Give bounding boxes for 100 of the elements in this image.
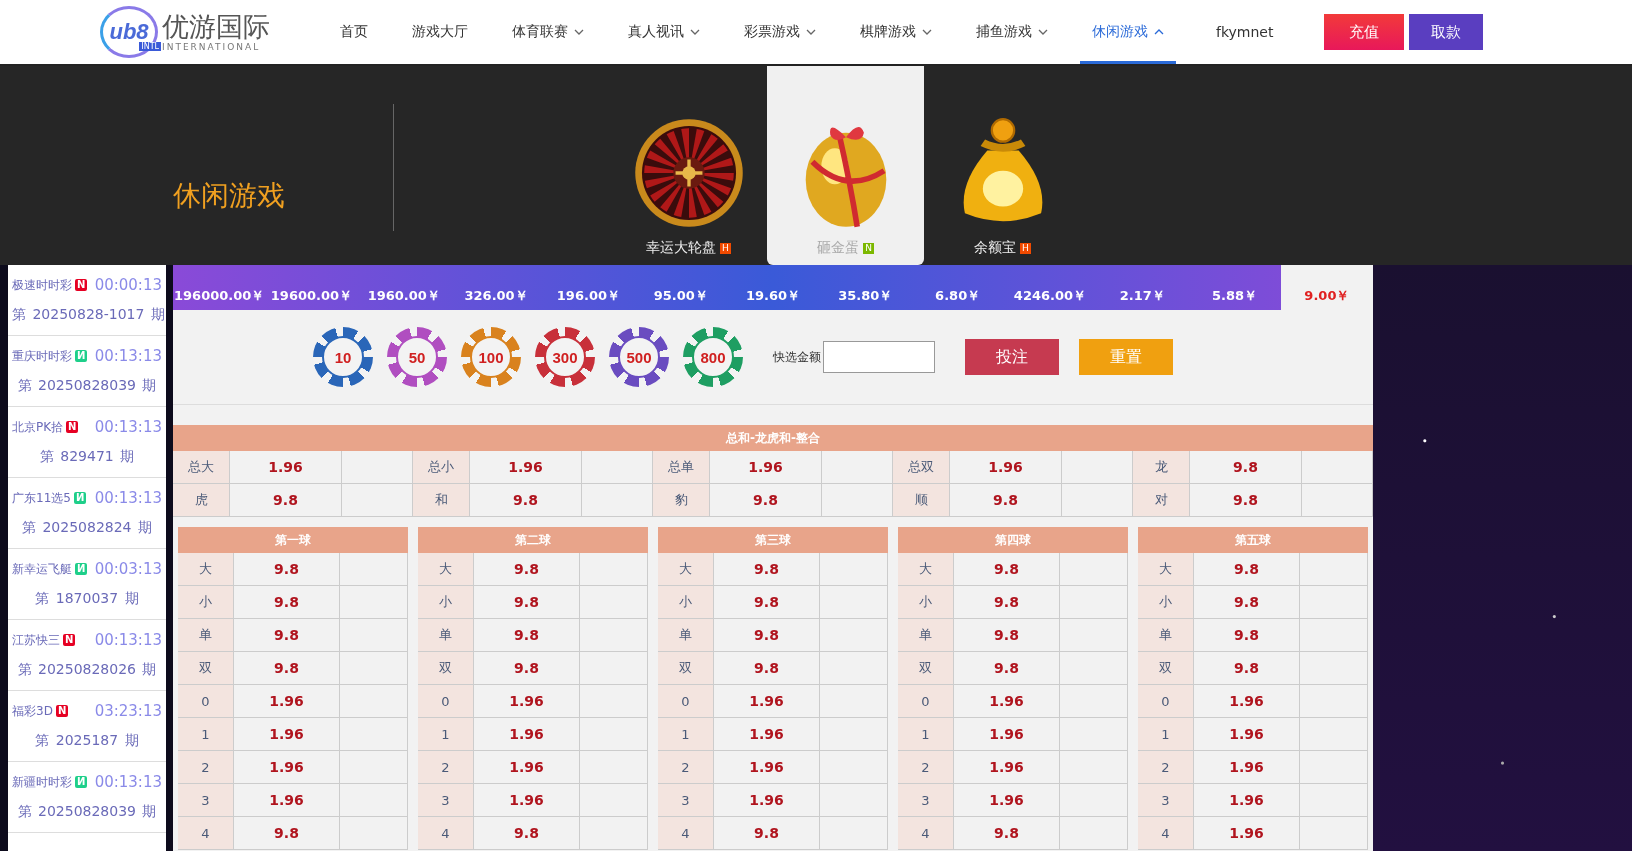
odds-cell[interactable]: 9.8 bbox=[474, 553, 580, 585]
odds-cell[interactable]: 9.8 bbox=[714, 619, 820, 651]
odds-cell[interactable]: 9.8 bbox=[954, 586, 1060, 618]
odds-cell[interactable]: 9.8 bbox=[954, 817, 1060, 849]
odds-cell[interactable]: 9.8 bbox=[950, 484, 1062, 516]
odds-cell[interactable]: 9.8 bbox=[1190, 484, 1302, 516]
odds-cell[interactable]: 1.96 bbox=[234, 784, 340, 816]
odds-cell[interactable]: 9.8 bbox=[234, 619, 340, 651]
odds-cell[interactable]: 1.96 bbox=[954, 751, 1060, 783]
odds-cell[interactable]: 1.96 bbox=[714, 718, 820, 750]
odds-cell[interactable]: 9.8 bbox=[234, 586, 340, 618]
lottery-item[interactable]: 新疆时时彩 И 00:13:13 第 20250828039 期 bbox=[8, 762, 166, 833]
lottery-item[interactable]: 新幸运飞艇 И 00:03:13 第 1870037 期 bbox=[8, 549, 166, 620]
chip-button[interactable]: 50 bbox=[387, 327, 447, 387]
odds-cell[interactable]: 1.96 bbox=[950, 451, 1062, 483]
prize-tab[interactable]: 196000.00￥ bbox=[173, 265, 266, 310]
odds-cell[interactable]: 9.8 bbox=[1194, 652, 1300, 684]
nav-link[interactable]: 首页 bbox=[310, 0, 380, 64]
prize-tab[interactable]: 6.80￥ bbox=[911, 265, 1004, 310]
bet-button[interactable]: 投注 bbox=[965, 339, 1059, 375]
odds-cell[interactable]: 9.8 bbox=[954, 652, 1060, 684]
odds-cell[interactable]: 1.96 bbox=[954, 685, 1060, 717]
prize-tab[interactable]: 35.80￥ bbox=[819, 265, 912, 310]
odds-cell[interactable]: 1.96 bbox=[1194, 685, 1300, 717]
odds-cell[interactable]: 9.8 bbox=[474, 652, 580, 684]
prize-tab[interactable]: 1960.00￥ bbox=[357, 265, 450, 310]
chip-button[interactable]: 500 bbox=[609, 327, 669, 387]
chip-button[interactable]: 10 bbox=[313, 327, 373, 387]
odds-cell[interactable]: 9.8 bbox=[474, 619, 580, 651]
odds-cell[interactable]: 1.96 bbox=[954, 784, 1060, 816]
odds-cell[interactable]: 1.96 bbox=[234, 751, 340, 783]
lottery-name: 重庆时时彩 bbox=[12, 347, 72, 365]
odds-cell[interactable]: 1.96 bbox=[710, 451, 822, 483]
deposit-button[interactable]: 充值 bbox=[1324, 14, 1404, 50]
odds-cell[interactable]: 9.8 bbox=[954, 553, 1060, 585]
odds-cell[interactable]: 1.96 bbox=[474, 784, 580, 816]
odds-cell[interactable]: 1.96 bbox=[474, 685, 580, 717]
prize-tab[interactable]: 19600.00￥ bbox=[265, 265, 358, 310]
odds-cell[interactable]: 1.96 bbox=[234, 685, 340, 717]
odds-cell[interactable]: 9.8 bbox=[234, 652, 340, 684]
table-cell: 1 bbox=[898, 718, 954, 750]
odds-cell[interactable]: 9.8 bbox=[234, 553, 340, 585]
game-name: 幸运大轮盘 bbox=[646, 239, 717, 257]
lottery-item[interactable]: 重庆时时彩 И 00:13:13 第 20250828039 期 bbox=[8, 336, 166, 407]
odds-cell[interactable]: 9.8 bbox=[1190, 451, 1302, 483]
nav-link[interactable]: 游戏大厅 bbox=[400, 0, 480, 64]
nav-link[interactable]: 真人视讯 bbox=[616, 0, 712, 64]
chip-button[interactable]: 800 bbox=[683, 327, 743, 387]
chip-button[interactable]: 100 bbox=[461, 327, 521, 387]
table-cell: 总单 bbox=[653, 451, 710, 483]
odds-cell[interactable]: 9.8 bbox=[710, 484, 822, 516]
odds-cell[interactable]: 1.96 bbox=[1194, 718, 1300, 750]
odds-cell[interactable]: 1.96 bbox=[230, 451, 342, 483]
odds-cell[interactable]: 9.8 bbox=[470, 484, 582, 516]
odds-cell[interactable]: 1.96 bbox=[234, 718, 340, 750]
odds-cell[interactable]: 1.96 bbox=[474, 718, 580, 750]
nav-link[interactable]: 彩票游戏 bbox=[732, 0, 828, 64]
odds-cell[interactable]: 9.8 bbox=[714, 553, 820, 585]
odds-cell[interactable]: 9.8 bbox=[714, 652, 820, 684]
prize-tab[interactable]: 2.17￥ bbox=[1096, 265, 1189, 310]
odds-cell[interactable]: 9.8 bbox=[1194, 619, 1300, 651]
odds-cell[interactable]: 9.8 bbox=[1194, 586, 1300, 618]
prize-tab[interactable]: 95.00￥ bbox=[634, 265, 727, 310]
prize-tab[interactable]: 4246.00￥ bbox=[1003, 265, 1097, 310]
prize-tab[interactable]: 19.60￥ bbox=[726, 265, 820, 310]
odds-cell[interactable]: 9.8 bbox=[714, 586, 820, 618]
game-tile[interactable]: 幸运大轮盘 H bbox=[610, 66, 767, 265]
odds-cell[interactable]: 9.8 bbox=[234, 817, 340, 849]
amount-input[interactable] bbox=[823, 341, 935, 373]
odds-cell[interactable]: 1.96 bbox=[954, 718, 1060, 750]
prize-tab[interactable]: 5.88￥ bbox=[1188, 265, 1281, 310]
odds-cell[interactable]: 1.96 bbox=[1194, 817, 1300, 849]
chip-button[interactable]: 300 bbox=[535, 327, 595, 387]
odds-cell[interactable]: 9.8 bbox=[474, 817, 580, 849]
lottery-item[interactable]: 福彩3D N 03:23:13 第 2025187 期 bbox=[8, 691, 166, 762]
withdraw-button[interactable]: 取款 bbox=[1409, 14, 1483, 50]
odds-cell[interactable]: 9.8 bbox=[230, 484, 342, 516]
nav-link[interactable]: 棋牌游戏 bbox=[848, 0, 944, 64]
odds-cell[interactable]: 9.8 bbox=[714, 817, 820, 849]
odds-cell[interactable]: 1.96 bbox=[474, 751, 580, 783]
prize-tab[interactable]: 196.00￥ bbox=[542, 265, 635, 310]
lottery-item[interactable]: 江苏快三 N 00:13:13 第 20250828026 期 bbox=[8, 620, 166, 691]
lottery-item[interactable]: 北京PK拾 N 00:13:13 第 829471 期 bbox=[8, 407, 166, 478]
odds-cell[interactable]: 1.96 bbox=[1194, 751, 1300, 783]
nav-link[interactable]: 体育联赛 bbox=[500, 0, 596, 64]
prize-tab[interactable]: 326.00￥ bbox=[449, 265, 543, 310]
lottery-item[interactable]: 极速时时彩 N 00:00:13 第 20250828-1017 期 bbox=[8, 265, 166, 336]
odds-cell[interactable]: 1.96 bbox=[714, 784, 820, 816]
game-tile[interactable]: 余额宝 H bbox=[924, 66, 1081, 265]
odds-cell[interactable]: 9.8 bbox=[954, 619, 1060, 651]
odds-cell[interactable]: 1.96 bbox=[470, 451, 582, 483]
odds-cell[interactable]: 1.96 bbox=[1194, 784, 1300, 816]
odds-cell[interactable]: 1.96 bbox=[714, 685, 820, 717]
odds-cell[interactable]: 1.96 bbox=[714, 751, 820, 783]
lottery-item[interactable]: 广东11选5 И 00:13:13 第 2025082824 期 bbox=[8, 478, 166, 549]
table-header: 第二球 bbox=[418, 527, 648, 553]
nav-link[interactable]: 捕鱼游戏 bbox=[964, 0, 1060, 64]
odds-cell[interactable]: 9.8 bbox=[474, 586, 580, 618]
odds-cell[interactable]: 9.8 bbox=[1194, 553, 1300, 585]
prize-tab[interactable]: 9.00￥ bbox=[1280, 265, 1374, 310]
